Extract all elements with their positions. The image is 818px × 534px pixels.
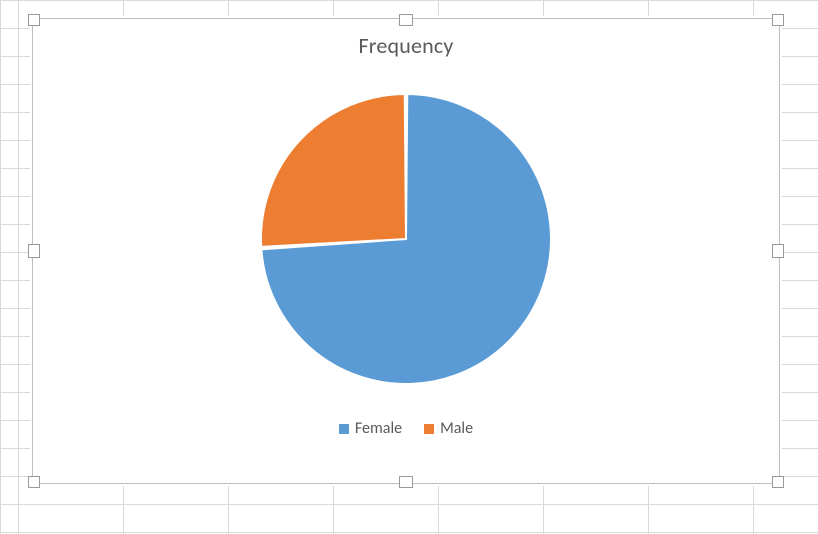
legend-item-male[interactable]: Male	[424, 419, 473, 438]
legend-label: Male	[440, 419, 473, 438]
selection-handle-left-center[interactable]	[28, 244, 40, 258]
legend[interactable]: Female Male	[42, 419, 770, 438]
selection-handle-top-left[interactable]	[28, 14, 40, 26]
selection-handle-bottom-right[interactable]	[772, 476, 784, 488]
selection-handle-right-center[interactable]	[772, 244, 784, 258]
pie-chart[interactable]	[256, 89, 556, 389]
selection-handle-top-right[interactable]	[772, 14, 784, 26]
legend-item-female[interactable]: Female	[339, 419, 402, 438]
chart-area[interactable]: Frequency Female Male	[42, 28, 770, 474]
legend-swatch-icon	[424, 424, 434, 434]
chart-title[interactable]: Frequency	[42, 32, 770, 59]
selection-handle-top-center[interactable]	[399, 14, 413, 26]
chart-object[interactable]: Frequency Female Male	[30, 16, 782, 486]
pie-slice-male[interactable]	[261, 94, 406, 247]
selection-handle-bottom-center[interactable]	[399, 476, 413, 488]
legend-label: Female	[355, 419, 402, 438]
legend-swatch-icon	[339, 424, 349, 434]
selection-handle-bottom-left[interactable]	[28, 476, 40, 488]
plot-area[interactable]	[42, 59, 770, 419]
